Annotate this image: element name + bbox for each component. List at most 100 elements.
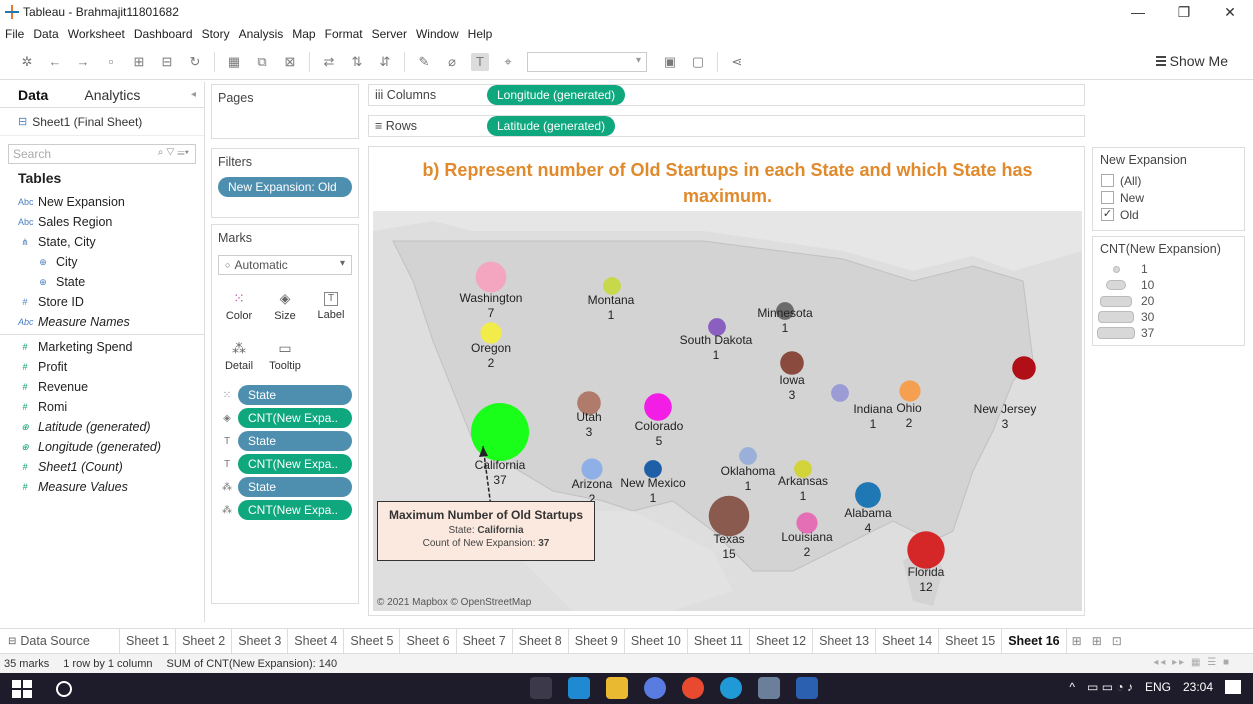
tab-analytics[interactable]: Analytics <box>66 87 158 103</box>
menu-dashboard[interactable]: Dashboard <box>134 27 193 41</box>
clear-sheet-icon[interactable]: ⊠ <box>281 53 299 71</box>
menu-file[interactable]: File <box>5 27 24 41</box>
show-mark-labels-icon[interactable]: T <box>471 52 489 71</box>
mark-type-dropdown[interactable]: ○ Automatic <box>218 255 352 275</box>
data-source-tab[interactable]: ⊟ Data Source <box>0 629 120 653</box>
mark-encoding-icon[interactable]: ⁂ <box>218 482 236 493</box>
sheet-tab[interactable]: Sheet 7 <box>457 629 513 653</box>
mark-encoding-icon[interactable]: T <box>218 436 236 447</box>
checkbox-icon[interactable] <box>1101 174 1114 187</box>
field-item[interactable]: Abc New Expansion <box>0 192 204 212</box>
language-indicator[interactable]: ENG <box>1145 680 1171 694</box>
save-icon[interactable]: ▫ <box>102 53 120 71</box>
show-me-button[interactable]: Show Me <box>1155 53 1228 69</box>
minimize-icon[interactable]: — <box>1115 0 1161 24</box>
close-icon[interactable]: ✕ <box>1207 0 1253 24</box>
duplicate-sheet-icon[interactable]: ⧉ <box>253 53 271 71</box>
label-button[interactable]: T Label <box>308 283 354 329</box>
field-item[interactable]: Abc Measure Names <box>0 312 204 332</box>
vscode-icon[interactable] <box>568 677 590 699</box>
pause-updates-icon[interactable]: ⊟ <box>158 53 176 71</box>
fit-dropdown[interactable] <box>527 51 647 72</box>
highlight-icon[interactable]: ✎ <box>415 53 433 71</box>
sheet-tab[interactable]: Sheet 12 <box>750 629 814 653</box>
menu-help[interactable]: Help <box>468 27 493 41</box>
map-point-oklahoma[interactable] <box>739 447 757 465</box>
field-item[interactable]: ⊕ Latitude (generated) <box>0 417 204 437</box>
taskbar-app-icon[interactable] <box>644 677 666 699</box>
data-source-item[interactable]: ⊟ Sheet1 (Final Sheet) <box>0 108 204 136</box>
size-button[interactable]: ◈ Size <box>262 283 308 329</box>
status-nav-icons[interactable]: ◂◂ ▸▸ ▦ ☰ ■ <box>1153 657 1231 668</box>
field-item[interactable]: ⊕ Longitude (generated) <box>0 437 204 457</box>
sheet-tab[interactable]: Sheet 2 <box>176 629 233 653</box>
menu-window[interactable]: Window <box>416 27 459 41</box>
tooltip-button[interactable]: ▭ Tooltip <box>262 333 308 379</box>
field-item[interactable]: # Romi <box>0 397 204 417</box>
sheet-tab[interactable]: Sheet 8 <box>513 629 569 653</box>
sheet-tab[interactable]: Sheet 3 <box>232 629 289 653</box>
fix-axes-icon[interactable]: ⌖ <box>499 53 517 71</box>
filters-card[interactable]: Filters New Expansion: Old <box>211 148 359 218</box>
new-worksheet-icon[interactable]: ▦ <box>225 53 243 71</box>
mark-field-pill[interactable]: State <box>238 477 352 497</box>
map-point-iowa[interactable] <box>780 351 804 375</box>
mark-field-pill[interactable]: CNT(New Expa.. <box>238 454 352 474</box>
edge-icon[interactable] <box>720 677 742 699</box>
pages-card[interactable]: Pages <box>211 84 359 139</box>
tray-chevron-icon[interactable]: ^ <box>1069 680 1075 694</box>
mark-encoding-icon[interactable]: T <box>218 459 236 470</box>
field-item[interactable]: ⊕ City <box>0 252 204 272</box>
map-point-indiana[interactable] <box>831 384 849 402</box>
search-filter-icons[interactable]: ⌕ ▽ ☰▾ <box>158 147 189 158</box>
sheet-tab[interactable]: Sheet 9 <box>569 629 625 653</box>
menu-format[interactable]: Format <box>325 27 363 41</box>
word-icon[interactable] <box>796 677 818 699</box>
file-explorer-icon[interactable] <box>606 677 628 699</box>
field-item[interactable]: # Sheet1 (Count) <box>0 457 204 477</box>
sheet-tab[interactable]: Sheet 6 <box>400 629 457 653</box>
new-worksheet-tab-icon[interactable]: ⊞ <box>1067 634 1087 648</box>
windows-start-icon[interactable] <box>10 678 32 700</box>
maximize-icon[interactable]: ❐ <box>1161 0 1207 24</box>
columns-shelf[interactable]: iii Columns Longitude (generated) <box>368 84 1085 106</box>
taskbar-app-icon[interactable] <box>530 677 552 699</box>
forward-arrow-icon[interactable]: → <box>74 53 92 71</box>
search-input[interactable]: Search ⌕ ▽ ☰▾ <box>8 144 196 164</box>
sheet-tab[interactable]: Sheet 4 <box>288 629 345 653</box>
sheet-tab[interactable]: Sheet 10 <box>625 629 688 653</box>
checkbox-checked-icon[interactable]: ✓ <box>1101 208 1114 221</box>
refresh-icon[interactable]: ↻ <box>186 53 204 71</box>
checkbox-icon[interactable] <box>1101 191 1114 204</box>
sheet-tab[interactable]: Sheet 16 <box>1002 629 1067 653</box>
notification-icon[interactable] <box>1225 680 1241 694</box>
menu-map[interactable]: Map <box>292 27 315 41</box>
share-icon[interactable]: ⋖ <box>728 53 746 71</box>
sheet-tab[interactable]: Sheet 1 <box>120 629 177 653</box>
mark-field-pill[interactable]: CNT(New Expa.. <box>238 408 352 428</box>
swap-rows-columns-icon[interactable]: ⇄ <box>320 53 338 71</box>
columns-pill-longitude[interactable]: Longitude (generated) <box>487 85 626 105</box>
tableau-home-icon[interactable]: ✲ <box>18 53 36 71</box>
clock[interactable]: 23:04 <box>1183 680 1213 694</box>
menu-analysis[interactable]: Analysis <box>239 27 284 41</box>
sheet-tab[interactable]: Sheet 5 <box>344 629 401 653</box>
tab-data[interactable]: Data <box>0 87 66 103</box>
new-dashboard-tab-icon[interactable]: ⊞ <box>1087 634 1107 648</box>
menu-worksheet[interactable]: Worksheet <box>68 27 125 41</box>
legend-item-new[interactable]: New <box>1093 189 1244 206</box>
taskbar-search-icon[interactable] <box>56 680 72 697</box>
menu-server[interactable]: Server <box>372 27 407 41</box>
field-item[interactable]: # Marketing Spend <box>0 337 204 357</box>
collapse-pane-icon[interactable]: ◂ <box>191 89 196 100</box>
back-arrow-icon[interactable]: ← <box>46 53 64 71</box>
legend-item-all[interactable]: (All) <box>1093 172 1244 189</box>
map-point-california[interactable] <box>471 403 529 461</box>
map-point-colorado[interactable] <box>644 393 672 421</box>
mark-encoding-icon[interactable]: ⁙ <box>218 390 236 401</box>
new-story-tab-icon[interactable]: ⊡ <box>1107 634 1127 648</box>
map-point-ohio[interactable] <box>899 380 921 402</box>
mark-field-pill[interactable]: CNT(New Expa.. <box>238 500 352 520</box>
field-item[interactable]: # Store ID <box>0 292 204 312</box>
color-button[interactable]: ⁙ Color <box>216 283 262 329</box>
